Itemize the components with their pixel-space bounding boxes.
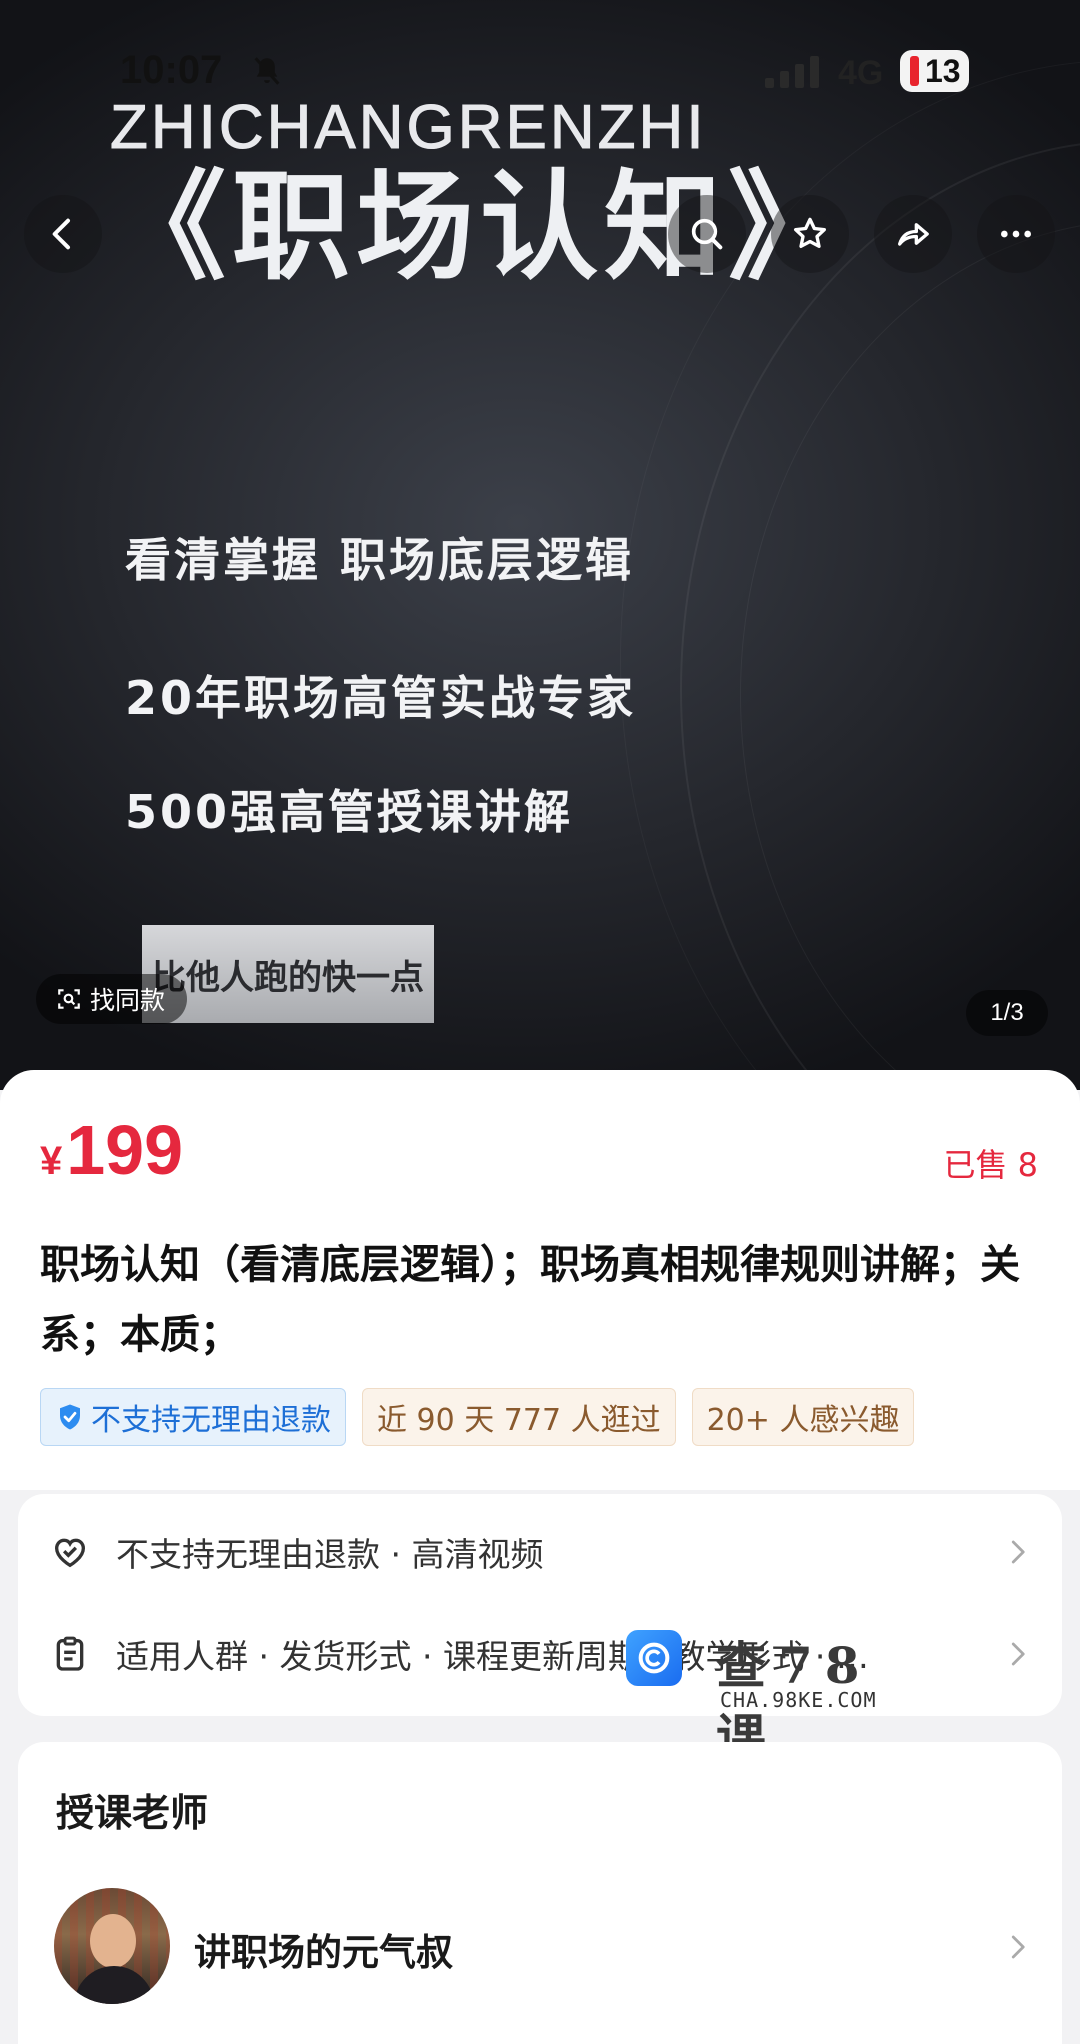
hero-line: 看清掌握 职场底层逻辑 <box>125 533 635 587</box>
sold-count: 已售 8 <box>943 1146 1038 1184</box>
tag-label: 不支持无理由退款 <box>91 1403 331 1438</box>
visits-tag: 近 90 天 777 人逛过 <box>362 1388 676 1446</box>
service-row-text: 不支持无理由退款 · 高清视频 <box>116 1535 544 1574</box>
share-button[interactable] <box>874 195 952 273</box>
hero-line: 500强高管授课讲解 <box>125 785 574 839</box>
more-dots-icon <box>1001 230 1031 238</box>
teacher-name[interactable]: 讲职场的元气叔 <box>194 1922 453 1976</box>
chevron-right-icon[interactable] <box>1002 1932 1032 1962</box>
heart-shield-icon <box>54 1538 86 1568</box>
shield-check-icon <box>60 1404 80 1430</box>
price: ¥ 199 <box>40 1110 183 1190</box>
favorite-button[interactable] <box>771 195 849 273</box>
product-title: 职场认知（看清底层逻辑）；职场真相规律规则讲解；关系；本质； <box>40 1242 1020 1358</box>
share-icon <box>898 223 929 246</box>
battery-indicator: 13 <box>900 50 969 92</box>
network-type: 4G <box>838 54 884 92</box>
find-same-label: 找同款 <box>90 986 166 1015</box>
refund-policy-tag[interactable]: 不支持无理由退款 <box>40 1388 346 1446</box>
watermark-url: CHA.98KE.COM <box>720 1688 877 1712</box>
search-button[interactable] <box>668 195 746 273</box>
back-button[interactable] <box>24 195 102 273</box>
currency-symbol: ¥ <box>40 1139 63 1183</box>
watermark-logo-icon <box>626 1630 682 1686</box>
scan-search-icon <box>58 989 80 1009</box>
chevron-left-icon <box>52 218 70 250</box>
find-same-button[interactable]: 找同款 <box>36 974 188 1024</box>
battery-level-bar <box>910 56 919 86</box>
chevron-right-icon <box>1011 1540 1025 1564</box>
product-image-carousel[interactable]: 10:07 4G 13 ZHICHANGRENZHI 《职场认知》 看清掌握 职… <box>0 0 1080 1090</box>
product-tags: 不支持无理由退款 近 90 天 777 人逛过 20+ 人感兴趣 <box>40 1388 915 1446</box>
more-button[interactable] <box>977 195 1055 273</box>
interest-tag: 20+ 人感兴趣 <box>691 1388 915 1446</box>
bell-muted-icon <box>254 57 280 85</box>
search-icon <box>691 218 723 250</box>
price-value: 199 <box>66 1111 184 1189</box>
clipboard-icon <box>56 1636 84 1671</box>
hero-line: 20年职场高管实战专家 <box>125 671 637 725</box>
battery-percent: 13 <box>925 52 961 89</box>
teacher-card: 授课老师 讲职场的元气叔 <box>18 1742 1062 2044</box>
page-indicator: 1/3 <box>966 990 1048 1036</box>
signal-icon <box>765 56 819 88</box>
hero-slogan: 比他人跑的快一点 <box>142 925 434 1023</box>
star-icon <box>794 217 826 248</box>
hero-subtitle-en: ZHICHANGRENZHI <box>110 93 707 163</box>
product-info-card: ¥ 199 已售 8 职场认知（看清底层逻辑）；职场真相规律规则讲解；关系；本质… <box>0 1070 1080 1490</box>
teacher-avatar[interactable] <box>54 1888 170 2004</box>
teacher-heading: 授课老师 <box>56 1791 209 1835</box>
watermark: 查78课 CHA.98KE.COM <box>626 1626 926 1767</box>
status-time: 10:07 <box>120 48 223 92</box>
chevron-right-icon <box>1011 1642 1025 1666</box>
service-row-refund[interactable]: 不支持无理由退款 · 高清视频 <box>18 1502 1062 1602</box>
